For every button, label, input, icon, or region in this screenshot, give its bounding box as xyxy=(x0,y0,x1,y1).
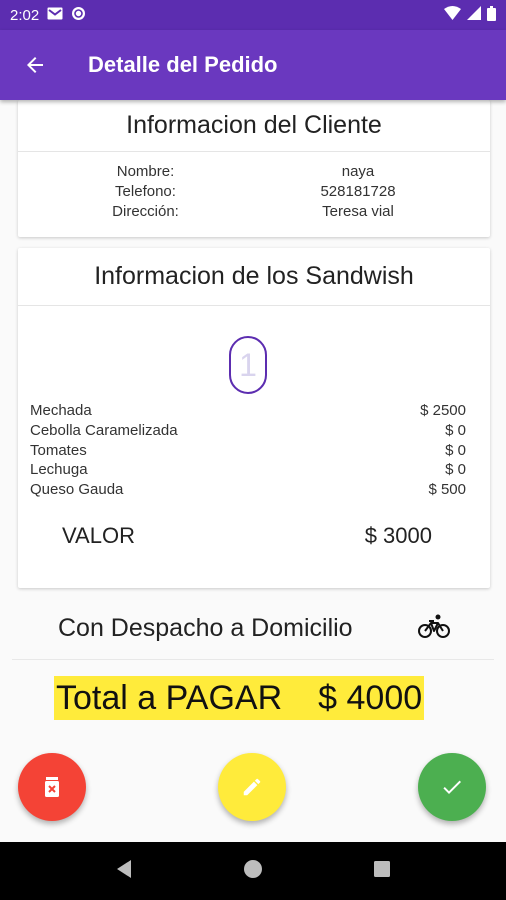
nav-back-button[interactable] xyxy=(115,859,133,884)
client-row-phone: Telefono: 528181728 xyxy=(18,182,490,202)
ingredient-name: Cebolla Caramelizada xyxy=(30,421,178,439)
valor-row: VALOR $ 3000 xyxy=(62,523,432,549)
list-item: Mechada $ 2500 xyxy=(30,401,466,421)
total-label: Total a PAGAR xyxy=(56,678,283,717)
quantity-badge: 1 xyxy=(229,336,267,394)
ingredient-price: $ 500 xyxy=(428,481,466,499)
client-label: Dirección: xyxy=(112,203,179,220)
battery-icon xyxy=(487,5,496,25)
client-label: Nombre: xyxy=(116,163,175,180)
triangle-back-icon xyxy=(117,859,131,878)
app-bar: Detalle del Pedido xyxy=(0,30,506,100)
client-row-address: Dirección: Teresa vial xyxy=(18,202,490,222)
system-nav-bar xyxy=(0,842,506,900)
status-time: 2:02 xyxy=(10,6,40,24)
check-icon xyxy=(443,780,461,794)
client-value: Teresa vial xyxy=(322,203,394,220)
client-info-title: Informacion del Cliente xyxy=(18,100,490,152)
ingredient-name: Mechada xyxy=(30,402,92,419)
wifi-icon xyxy=(444,6,461,24)
back-button[interactable] xyxy=(0,30,70,100)
ingredient-price: $ 2500 xyxy=(420,402,466,419)
nav-home-button[interactable] xyxy=(243,859,263,884)
list-item: Cebolla Caramelizada $ 0 xyxy=(30,421,466,441)
page-title: Detalle del Pedido xyxy=(88,52,278,77)
client-info-card: Informacion del Cliente Nombre: naya Tel… xyxy=(18,100,490,237)
ingredient-name: Lechuga xyxy=(30,461,88,479)
delivery-label: Con Despacho a Domicilio xyxy=(58,614,353,642)
confirm-button[interactable] xyxy=(418,753,486,821)
ingredient-price: $ 0 xyxy=(445,441,466,459)
total-amount: $ 4000 xyxy=(318,678,423,717)
total-to-pay: Total a PAGAR $ 4000 xyxy=(54,676,425,720)
client-label: Telefono: xyxy=(115,183,176,200)
signal-icon xyxy=(467,6,481,24)
delivery-row: Con Despacho a Domicilio xyxy=(12,598,494,660)
ingredient-price: $ 0 xyxy=(445,461,466,479)
edit-button[interactable] xyxy=(218,753,286,821)
sandwich-info-card: Informacion de los Sandwish 1 Mechada $ 2… xyxy=(18,248,490,588)
ingredient-price: $ 0 xyxy=(445,421,466,439)
gmail-icon xyxy=(47,7,63,24)
ingredient-name: Tomates xyxy=(30,441,87,459)
ingredient-name: Queso Gauda xyxy=(30,481,124,499)
client-row-name: Nombre: naya xyxy=(18,162,490,182)
valor-amount: $ 3000 xyxy=(364,523,432,548)
nav-recents-button[interactable] xyxy=(373,860,391,883)
ingredient-list: Mechada $ 2500 Cebolla Caramelizada $ 0 To… xyxy=(30,401,466,500)
pencil-icon xyxy=(243,778,261,796)
client-value: naya xyxy=(341,163,375,180)
trash-icon xyxy=(45,777,59,797)
sandwich-info-title: Informacion de los Sandwish xyxy=(18,248,490,306)
list-item: Lechuga $ 0 xyxy=(30,460,466,480)
valor-label: VALOR xyxy=(62,523,135,548)
bicycle-icon xyxy=(418,613,450,644)
status-bar: 2:02 xyxy=(0,0,506,30)
square-recents-icon xyxy=(374,860,390,877)
list-item: Queso Gauda $ 500 xyxy=(30,480,466,500)
list-item: Tomates $ 0 xyxy=(30,441,466,461)
sync-icon xyxy=(71,6,86,25)
client-value: 528181728 xyxy=(320,183,396,200)
arrow-back-icon xyxy=(27,57,43,73)
circle-home-icon xyxy=(244,859,262,878)
delete-button[interactable] xyxy=(18,753,86,821)
